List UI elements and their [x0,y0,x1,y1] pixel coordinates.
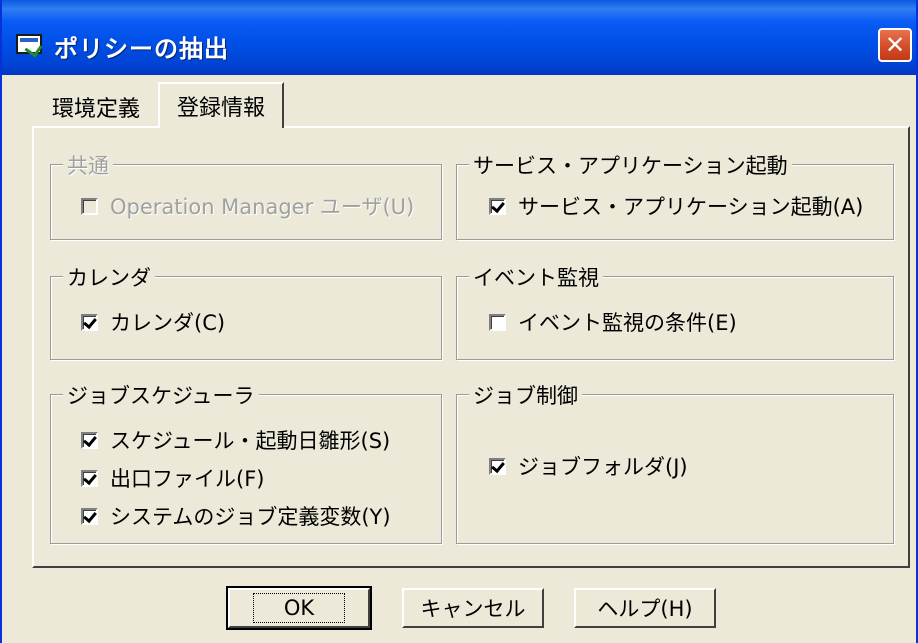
group-event-monitor: イベント監視 イベント監視の条件(E) [456,262,894,360]
checkbox-operation-manager-user: Operation Manager ユーザ(U) [81,191,414,221]
cancel-button[interactable]: キャンセル [402,588,544,628]
checkbox-box [81,197,98,215]
checkbox-box [489,313,506,331]
close-icon: ✕ [884,31,906,59]
group-job-control: ジョブ制御 ジョブフォルダ(J) [456,380,894,544]
group-job-scheduler-title: ジョブスケジューラ [63,380,259,410]
checkbox-label: サービス・アプリケーション起動(A) [518,195,864,219]
checkbox-system-job-vars[interactable]: システムのジョブ定義変数(Y) [81,501,391,531]
checkbox-box [81,469,98,487]
checkbox-label: イベント監視の条件(E) [518,311,737,335]
group-common-title: 共通 [63,150,113,180]
checkbox-calendar[interactable]: カレンダ(C) [81,307,225,337]
group-service-app-title: サービス・アプリケーション起動 [469,150,792,180]
checkbox-exit-file[interactable]: 出口ファイル(F) [81,463,264,493]
title-bar[interactable]: ポリシーの抽出 ✕ [2,0,916,75]
help-button[interactable]: ヘルプ(H) [574,588,716,628]
checkbox-label: カレンダ(C) [110,311,226,335]
group-event-monitor-title: イベント監視 [469,262,603,292]
checkbox-box [81,507,98,525]
checkbox-event-monitor-condition[interactable]: イベント監視の条件(E) [489,307,737,337]
checkbox-schedule-template[interactable]: スケジュール・起動日雛形(S) [81,425,390,455]
window-title: ポリシーの抽出 [54,35,229,63]
checkbox-label: スケジュール・起動日雛形(S) [110,429,391,453]
checkbox-box [81,313,98,331]
group-job-scheduler: ジョブスケジューラ スケジュール・起動日雛形(S) 出口ファイル(F) システム… [50,380,442,544]
checkbox-box [81,431,98,449]
checkbox-job-folder[interactable]: ジョブフォルダ(J) [489,451,688,481]
tab-registration[interactable]: 登録情報 [158,82,284,128]
ok-button[interactable]: OK [226,586,372,630]
checkbox-box [489,197,506,215]
group-calendar: カレンダ カレンダ(C) [50,262,442,360]
checkbox-service-app-start[interactable]: サービス・アプリケーション起動(A) [489,191,863,221]
tab-environment[interactable]: 環境定義 [36,88,156,126]
group-common: 共通 Operation Manager ユーザ(U) [50,150,442,240]
ok-button-label: OK [252,593,346,623]
group-service-app: サービス・アプリケーション起動 サービス・アプリケーション起動(A) [456,150,894,240]
checkbox-label: システムのジョブ定義変数(Y) [110,505,391,529]
app-icon [16,34,42,54]
checkbox-label: ジョブフォルダ(J) [518,455,688,479]
checkbox-box [489,457,506,475]
dialog-window: ポリシーの抽出 ✕ 環境定義 登録情報 共通 Operation Manager… [0,0,918,643]
checkbox-label: Operation Manager ユーザ(U) [110,195,415,219]
group-job-control-title: ジョブ制御 [469,380,582,410]
checkbox-label: 出口ファイル(F) [110,467,265,491]
close-button[interactable]: ✕ [878,28,912,62]
group-calendar-title: カレンダ [63,262,155,292]
